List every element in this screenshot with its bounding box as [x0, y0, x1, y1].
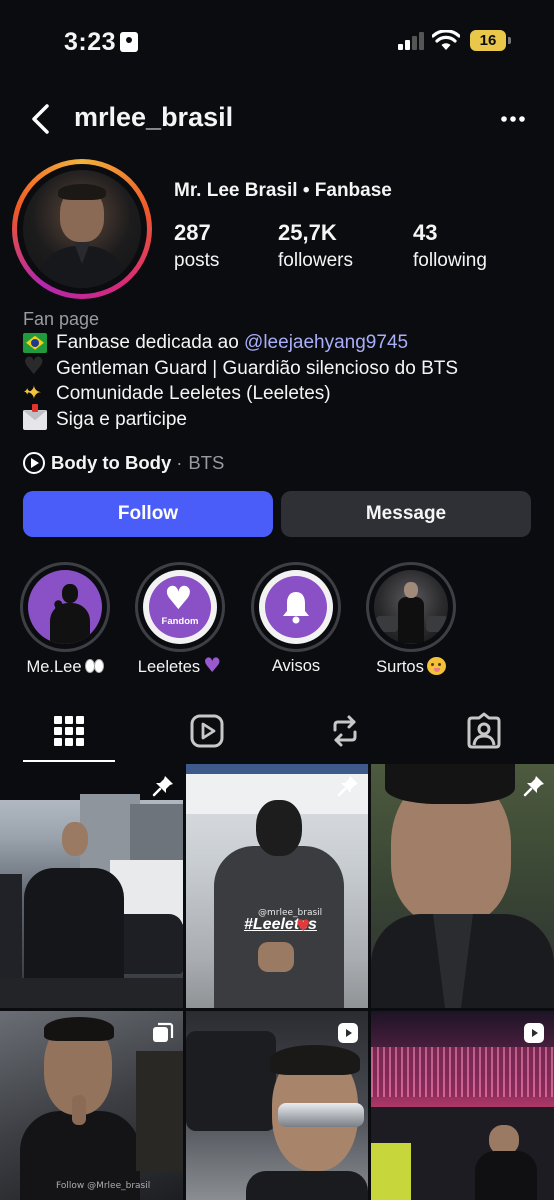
- post-tile[interactable]: [371, 764, 554, 1008]
- reel-icon: [524, 1023, 544, 1043]
- eyes-icon: [84, 657, 104, 675]
- cellular-signal-icon: [398, 32, 426, 50]
- sparkles-icon: [23, 380, 47, 407]
- stat-following-count: 43: [413, 220, 438, 245]
- post-tile[interactable]: @mrlee_brasil #Leeletes ♥: [186, 764, 368, 1008]
- avatar: [23, 170, 141, 288]
- post-tile[interactable]: [0, 764, 183, 1008]
- highlight-cover-text: Fandom: [161, 616, 199, 627]
- highlight-cover-bell: [259, 570, 333, 644]
- pin-icon: [152, 776, 173, 797]
- stat-posts[interactable]: 287 posts: [174, 220, 219, 272]
- profile-header: mrlee_brasil: [0, 98, 554, 142]
- stat-following-label: following: [413, 250, 487, 271]
- stat-posts-label: posts: [174, 250, 220, 271]
- bio-line-4-text: Siga e participe: [56, 408, 187, 430]
- more-options-icon[interactable]: [500, 106, 526, 132]
- profile-tabs: [0, 702, 554, 764]
- orientation-lock-icon: [120, 32, 138, 52]
- profile-avatar-story-ring[interactable]: [12, 159, 152, 299]
- message-button[interactable]: Message: [281, 491, 531, 537]
- stat-followers-label: followers: [278, 250, 353, 271]
- pin-icon: [337, 776, 358, 797]
- purple-heart-icon: ♥: [164, 579, 193, 617]
- black-heart-icon: [23, 354, 47, 380]
- highlight-cover-photo: [374, 570, 448, 644]
- posts-grid: @mrlee_brasil #Leeletes ♥ Follow @Mrlee_…: [0, 764, 554, 1200]
- post-tile[interactable]: [186, 1011, 368, 1200]
- status-bar: 3:23 16: [0, 0, 554, 84]
- bio-line-3: Comunidade Leeletes (Leeletes): [23, 380, 533, 407]
- stat-followers[interactable]: 25,7K followers: [278, 220, 353, 272]
- bio-line-2-text: Gentleman Guard | Guardião silencioso do…: [56, 357, 459, 379]
- bio-line-3-text: Comunidade Leeletes (Leeletes): [56, 383, 331, 404]
- bell-icon: [283, 592, 309, 624]
- red-heart-icon: ♥: [296, 916, 311, 935]
- post-tile[interactable]: [371, 1011, 554, 1200]
- grid-icon[interactable]: [50, 712, 88, 750]
- purple-heart-icon: [203, 653, 222, 677]
- bio-line-1: Fanbase dedicada ao @leejaehyang9745: [23, 330, 533, 356]
- music-artist: BTS: [188, 452, 225, 473]
- envelope-arrow-icon: [23, 404, 47, 431]
- highlight-surtos[interactable]: Surtos: [364, 562, 458, 676]
- back-arrow-icon[interactable]: [26, 102, 56, 136]
- highlight-ring: ♥ Fandom: [135, 562, 225, 652]
- play-icon: [23, 452, 45, 474]
- stat-followers-count: 25,7K: [278, 220, 337, 245]
- active-tab-indicator: [23, 760, 115, 762]
- battery-icon: 16: [470, 30, 511, 51]
- profile-music[interactable]: Body to Body · BTS: [23, 452, 224, 474]
- follow-button[interactable]: Follow: [23, 491, 273, 537]
- highlight-label: Surtos: [344, 657, 478, 677]
- highlight-cover-silhouette: [28, 570, 102, 644]
- stat-posts-count: 287: [174, 220, 211, 245]
- music-song-title: Body to Body: [51, 452, 172, 473]
- status-time: 3:23: [64, 28, 117, 56]
- brazil-flag-icon: [23, 332, 47, 353]
- highlight-leeletes[interactable]: ♥ Fandom Leeletes: [133, 562, 227, 677]
- display-name: Mr. Lee Brasil • Fanbase: [174, 180, 392, 201]
- highlight-ring: [366, 562, 456, 652]
- highlight-me-lee[interactable]: Me.Lee: [18, 562, 112, 676]
- highlight-avisos[interactable]: Avisos: [249, 562, 343, 675]
- highlight-ring: [251, 562, 341, 652]
- reposts-icon[interactable]: [326, 712, 364, 750]
- post-watermark: Follow @Mrlee_brasil: [56, 1181, 151, 1191]
- highlight-label: Leeletes: [113, 653, 247, 677]
- bio-line-4: Siga e participe: [23, 404, 533, 433]
- reels-icon[interactable]: [188, 712, 226, 750]
- highlight-label: Avisos: [271, 657, 321, 675]
- profile-category: Fan page: [23, 309, 100, 329]
- profile-bio: Fan page Fanbase dedicada ao @leejaehyan…: [23, 308, 533, 432]
- highlight-cover-fandom: ♥ Fandom: [143, 570, 217, 644]
- reel-icon: [338, 1023, 358, 1043]
- profile-username: mrlee_brasil: [74, 102, 234, 132]
- highlight-ring: [20, 562, 110, 652]
- wifi-icon: [432, 30, 460, 50]
- tagged-icon[interactable]: [465, 712, 503, 750]
- carousel-icon: [153, 1022, 174, 1042]
- music-separator: ·: [176, 452, 183, 473]
- pin-icon: [523, 776, 544, 797]
- bio-mention-link[interactable]: @leejaehyang9745: [244, 330, 408, 356]
- bio-line-2: Gentleman Guard | Guardião silencioso do…: [23, 354, 533, 382]
- stat-following[interactable]: 43 following: [413, 220, 487, 272]
- bio-line-1-text: Fanbase dedicada ao: [56, 332, 245, 353]
- post-tile[interactable]: Follow @Mrlee_brasil: [0, 1011, 183, 1200]
- giggling-face-icon: [426, 657, 446, 675]
